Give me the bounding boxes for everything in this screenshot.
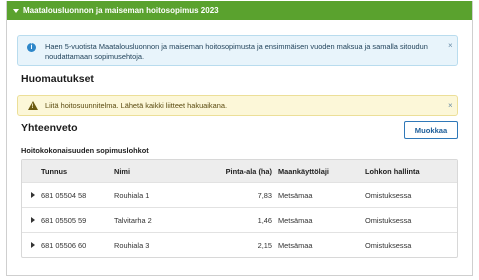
warning-icon: ! [28, 101, 38, 110]
expand-row-icon[interactable] [31, 242, 35, 248]
summary-heading: Yhteenveto [21, 122, 78, 134]
table-row[interactable]: 681 05506 60 Rouhiala 3 2,15 Metsämaa Om… [22, 232, 457, 257]
info-alert: i Haen 5-vuotista Maatalousluonnon ja ma… [17, 35, 458, 66]
cell-lohkon-hallinta: Omistuksessa [365, 190, 412, 200]
expand-row-icon[interactable] [31, 192, 35, 198]
warning-alert-close-icon[interactable]: × [448, 102, 453, 110]
table-row[interactable]: 681 05505 59 Talvitarha 2 1,46 Metsämaa … [22, 207, 457, 232]
cell-maankayttolaji: Metsämaa [278, 215, 313, 225]
info-alert-close-icon[interactable]: × [448, 42, 453, 50]
column-header-nimi[interactable]: Nimi [114, 167, 201, 176]
caret-down-icon [13, 8, 19, 13]
table-row[interactable]: 681 05504 58 Rouhiala 1 7,83 Metsämaa Om… [22, 182, 457, 207]
info-alert-text: Haen 5-vuotista Maatalousluonnon ja mais… [45, 42, 428, 61]
expand-row-icon[interactable] [31, 217, 35, 223]
column-header-lohkon-hallinta[interactable]: Lohkon hallinta [365, 167, 457, 176]
cell-nimi: Talvitarha 2 [114, 215, 152, 225]
panel-header-toggle[interactable]: Maatalousluonnon ja maiseman hoitosopimu… [7, 1, 472, 20]
table-header: Tunnus Nimi Pinta-ala (ha) Maankäyttölaj… [22, 160, 457, 182]
cell-tunnus: 681 05505 59 [41, 215, 87, 225]
table-subtitle: Hoitokokonaisuuden sopimuslohkot [21, 146, 149, 155]
info-icon: i [27, 43, 36, 52]
cell-pinta-ala: 2,15 [257, 240, 272, 250]
column-header-pinta-ala[interactable]: Pinta-ala (ha) [201, 167, 272, 176]
cell-maankayttolaji: Metsämaa [278, 240, 313, 250]
column-header-tunnus[interactable]: Tunnus [34, 167, 114, 176]
edit-button[interactable]: Muokkaa [404, 121, 458, 139]
cell-lohkon-hallinta: Omistuksessa [365, 215, 412, 225]
cell-tunnus: 681 05506 60 [41, 240, 87, 250]
cell-tunnus: 681 05504 58 [41, 190, 87, 200]
warning-alert-text: Liitä hoitosuunnitelma. Lähetä kaikki li… [45, 101, 228, 110]
cell-nimi: Rouhiala 3 [114, 240, 150, 250]
cell-nimi: Rouhiala 1 [114, 190, 150, 200]
column-header-maankayttolaji[interactable]: Maankäyttölaji [272, 167, 365, 176]
cell-lohkon-hallinta: Omistuksessa [365, 240, 412, 250]
warning-alert: ! Liitä hoitosuunnitelma. Lähetä kaikki … [17, 95, 458, 116]
cell-maankayttolaji: Metsämaa [278, 190, 313, 200]
remarks-heading: Huomautukset [21, 73, 94, 85]
panel-title: Maatalousluonnon ja maiseman hoitosopimu… [23, 6, 219, 15]
cell-pinta-ala: 7,83 [257, 190, 272, 200]
parcels-table: Tunnus Nimi Pinta-ala (ha) Maankäyttölaj… [21, 159, 458, 258]
cell-pinta-ala: 1,46 [257, 215, 272, 225]
